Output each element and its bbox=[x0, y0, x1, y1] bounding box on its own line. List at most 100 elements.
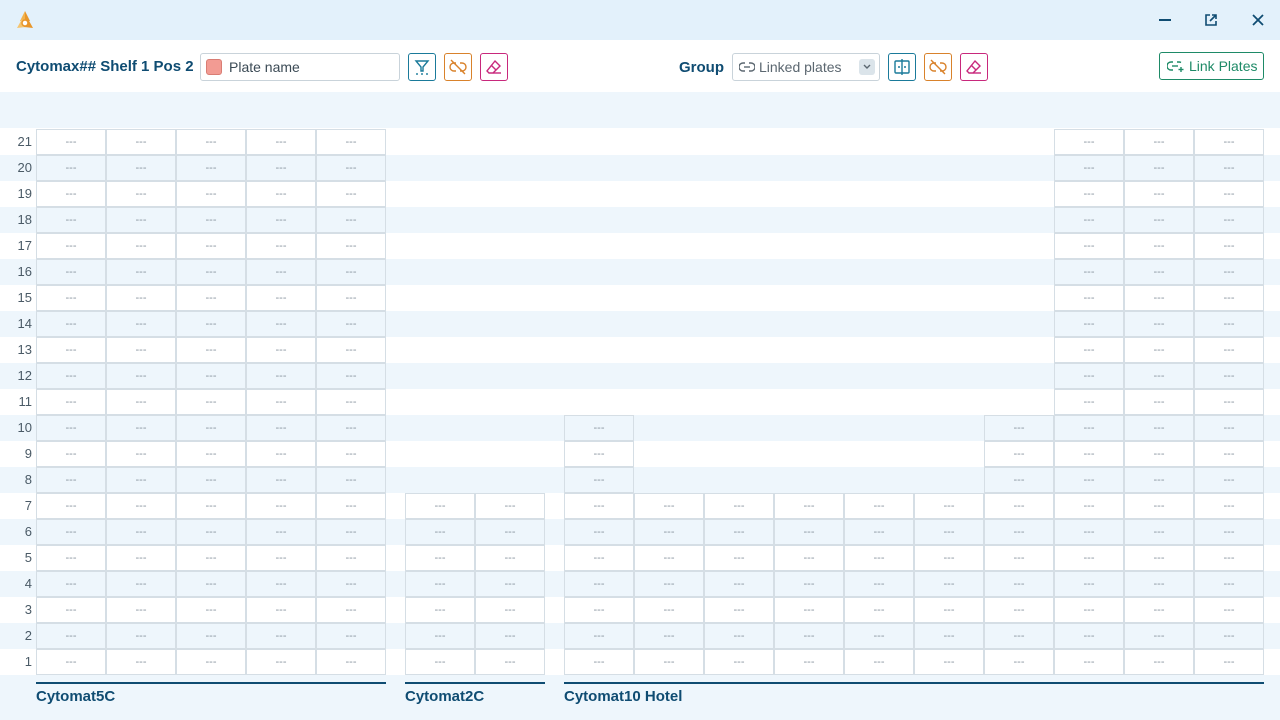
slot-cell[interactable]: --- bbox=[984, 441, 1054, 467]
slot-cell[interactable]: --- bbox=[1194, 233, 1264, 259]
slot-cell[interactable]: --- bbox=[704, 519, 774, 545]
slot-cell[interactable]: --- bbox=[106, 441, 176, 467]
slot-cell[interactable]: --- bbox=[1124, 129, 1194, 155]
group-select[interactable]: Linked plates bbox=[732, 53, 880, 81]
group-select-toggle[interactable] bbox=[859, 59, 875, 75]
slot-cell[interactable]: --- bbox=[1124, 285, 1194, 311]
slot-cell[interactable]: --- bbox=[984, 545, 1054, 571]
slot-cell[interactable]: --- bbox=[106, 493, 176, 519]
slot-cell[interactable]: --- bbox=[36, 337, 106, 363]
slot-cell[interactable]: --- bbox=[246, 415, 316, 441]
slot-cell[interactable]: --- bbox=[246, 571, 316, 597]
slot-cell[interactable]: --- bbox=[316, 545, 386, 571]
slot-cell[interactable]: --- bbox=[1194, 493, 1264, 519]
slot-cell[interactable]: --- bbox=[1054, 233, 1124, 259]
slot-cell[interactable]: --- bbox=[564, 623, 634, 649]
slot-cell[interactable]: --- bbox=[1194, 597, 1264, 623]
slot-cell[interactable]: --- bbox=[176, 155, 246, 181]
slot-cell[interactable]: --- bbox=[106, 129, 176, 155]
slot-cell[interactable]: --- bbox=[316, 571, 386, 597]
slot-cell[interactable]: --- bbox=[1054, 493, 1124, 519]
slot-cell[interactable]: --- bbox=[316, 155, 386, 181]
slot-cell[interactable]: --- bbox=[405, 571, 475, 597]
slot-cell[interactable]: --- bbox=[1194, 181, 1264, 207]
slot-cell[interactable]: --- bbox=[844, 519, 914, 545]
slot-cell[interactable]: --- bbox=[914, 597, 984, 623]
slot-cell[interactable]: --- bbox=[176, 259, 246, 285]
slot-cell[interactable]: --- bbox=[1194, 571, 1264, 597]
slot-cell[interactable]: --- bbox=[1194, 311, 1264, 337]
slot-cell[interactable]: --- bbox=[564, 467, 634, 493]
slot-cell[interactable]: --- bbox=[1054, 207, 1124, 233]
slot-cell[interactable]: --- bbox=[634, 493, 704, 519]
slot-cell[interactable]: --- bbox=[1054, 337, 1124, 363]
slot-cell[interactable]: --- bbox=[914, 649, 984, 675]
slot-cell[interactable]: --- bbox=[316, 519, 386, 545]
slot-cell[interactable]: --- bbox=[564, 493, 634, 519]
slot-cell[interactable]: --- bbox=[106, 389, 176, 415]
slot-cell[interactable]: --- bbox=[1124, 623, 1194, 649]
slot-cell[interactable]: --- bbox=[246, 285, 316, 311]
slot-cell[interactable]: --- bbox=[984, 649, 1054, 675]
slot-cell[interactable]: --- bbox=[106, 363, 176, 389]
slot-cell[interactable]: --- bbox=[914, 493, 984, 519]
slot-cell[interactable]: --- bbox=[316, 623, 386, 649]
slot-cell[interactable]: --- bbox=[1194, 519, 1264, 545]
slot-cell[interactable]: --- bbox=[1124, 467, 1194, 493]
slot-cell[interactable]: --- bbox=[1124, 363, 1194, 389]
slot-cell[interactable]: --- bbox=[704, 545, 774, 571]
slot-cell[interactable]: --- bbox=[984, 623, 1054, 649]
slot-cell[interactable]: --- bbox=[176, 311, 246, 337]
slot-cell[interactable]: --- bbox=[844, 571, 914, 597]
slot-cell[interactable]: --- bbox=[106, 545, 176, 571]
slot-cell[interactable]: --- bbox=[1054, 415, 1124, 441]
slot-cell[interactable]: --- bbox=[844, 623, 914, 649]
plate-name-field[interactable] bbox=[200, 53, 400, 81]
slot-cell[interactable]: --- bbox=[1054, 311, 1124, 337]
slot-cell[interactable]: --- bbox=[36, 285, 106, 311]
slot-cell[interactable]: --- bbox=[1194, 363, 1264, 389]
slot-cell[interactable]: --- bbox=[1054, 649, 1124, 675]
slot-cell[interactable]: --- bbox=[1054, 155, 1124, 181]
slot-cell[interactable]: --- bbox=[316, 129, 386, 155]
slot-cell[interactable]: --- bbox=[176, 441, 246, 467]
slot-cell[interactable]: --- bbox=[36, 571, 106, 597]
slot-cell[interactable]: --- bbox=[246, 623, 316, 649]
slot-cell[interactable]: --- bbox=[246, 311, 316, 337]
slot-cell[interactable]: --- bbox=[1124, 233, 1194, 259]
slot-cell[interactable]: --- bbox=[1054, 129, 1124, 155]
slot-cell[interactable]: --- bbox=[316, 259, 386, 285]
slot-cell[interactable]: --- bbox=[316, 363, 386, 389]
slot-cell[interactable]: --- bbox=[1194, 415, 1264, 441]
slot-cell[interactable]: --- bbox=[405, 597, 475, 623]
slot-cell[interactable]: --- bbox=[1054, 363, 1124, 389]
slot-cell[interactable]: --- bbox=[634, 519, 704, 545]
slot-cell[interactable]: --- bbox=[1124, 493, 1194, 519]
slot-cell[interactable]: --- bbox=[774, 493, 844, 519]
slot-cell[interactable]: --- bbox=[36, 129, 106, 155]
slot-cell[interactable]: --- bbox=[1054, 467, 1124, 493]
slot-cell[interactable]: --- bbox=[475, 519, 545, 545]
slot-cell[interactable]: --- bbox=[1124, 155, 1194, 181]
erase-plate-button[interactable] bbox=[480, 53, 508, 81]
slot-cell[interactable]: --- bbox=[704, 571, 774, 597]
slot-cell[interactable]: --- bbox=[1194, 441, 1264, 467]
slot-cell[interactable]: --- bbox=[844, 597, 914, 623]
slot-cell[interactable]: --- bbox=[774, 519, 844, 545]
slot-cell[interactable]: --- bbox=[176, 467, 246, 493]
slot-cell[interactable]: --- bbox=[36, 649, 106, 675]
slot-cell[interactable]: --- bbox=[1194, 155, 1264, 181]
slot-cell[interactable]: --- bbox=[1194, 259, 1264, 285]
slot-cell[interactable]: --- bbox=[1124, 519, 1194, 545]
slot-cell[interactable]: --- bbox=[634, 571, 704, 597]
unlink-group-button[interactable] bbox=[924, 53, 952, 81]
slot-cell[interactable]: --- bbox=[36, 519, 106, 545]
slot-cell[interactable]: --- bbox=[984, 597, 1054, 623]
slot-cell[interactable]: --- bbox=[176, 181, 246, 207]
slot-cell[interactable]: --- bbox=[1054, 259, 1124, 285]
slot-cell[interactable]: --- bbox=[106, 467, 176, 493]
slot-cell[interactable]: --- bbox=[564, 415, 634, 441]
slot-cell[interactable]: --- bbox=[106, 597, 176, 623]
slot-cell[interactable]: --- bbox=[316, 649, 386, 675]
slot-cell[interactable]: --- bbox=[774, 649, 844, 675]
